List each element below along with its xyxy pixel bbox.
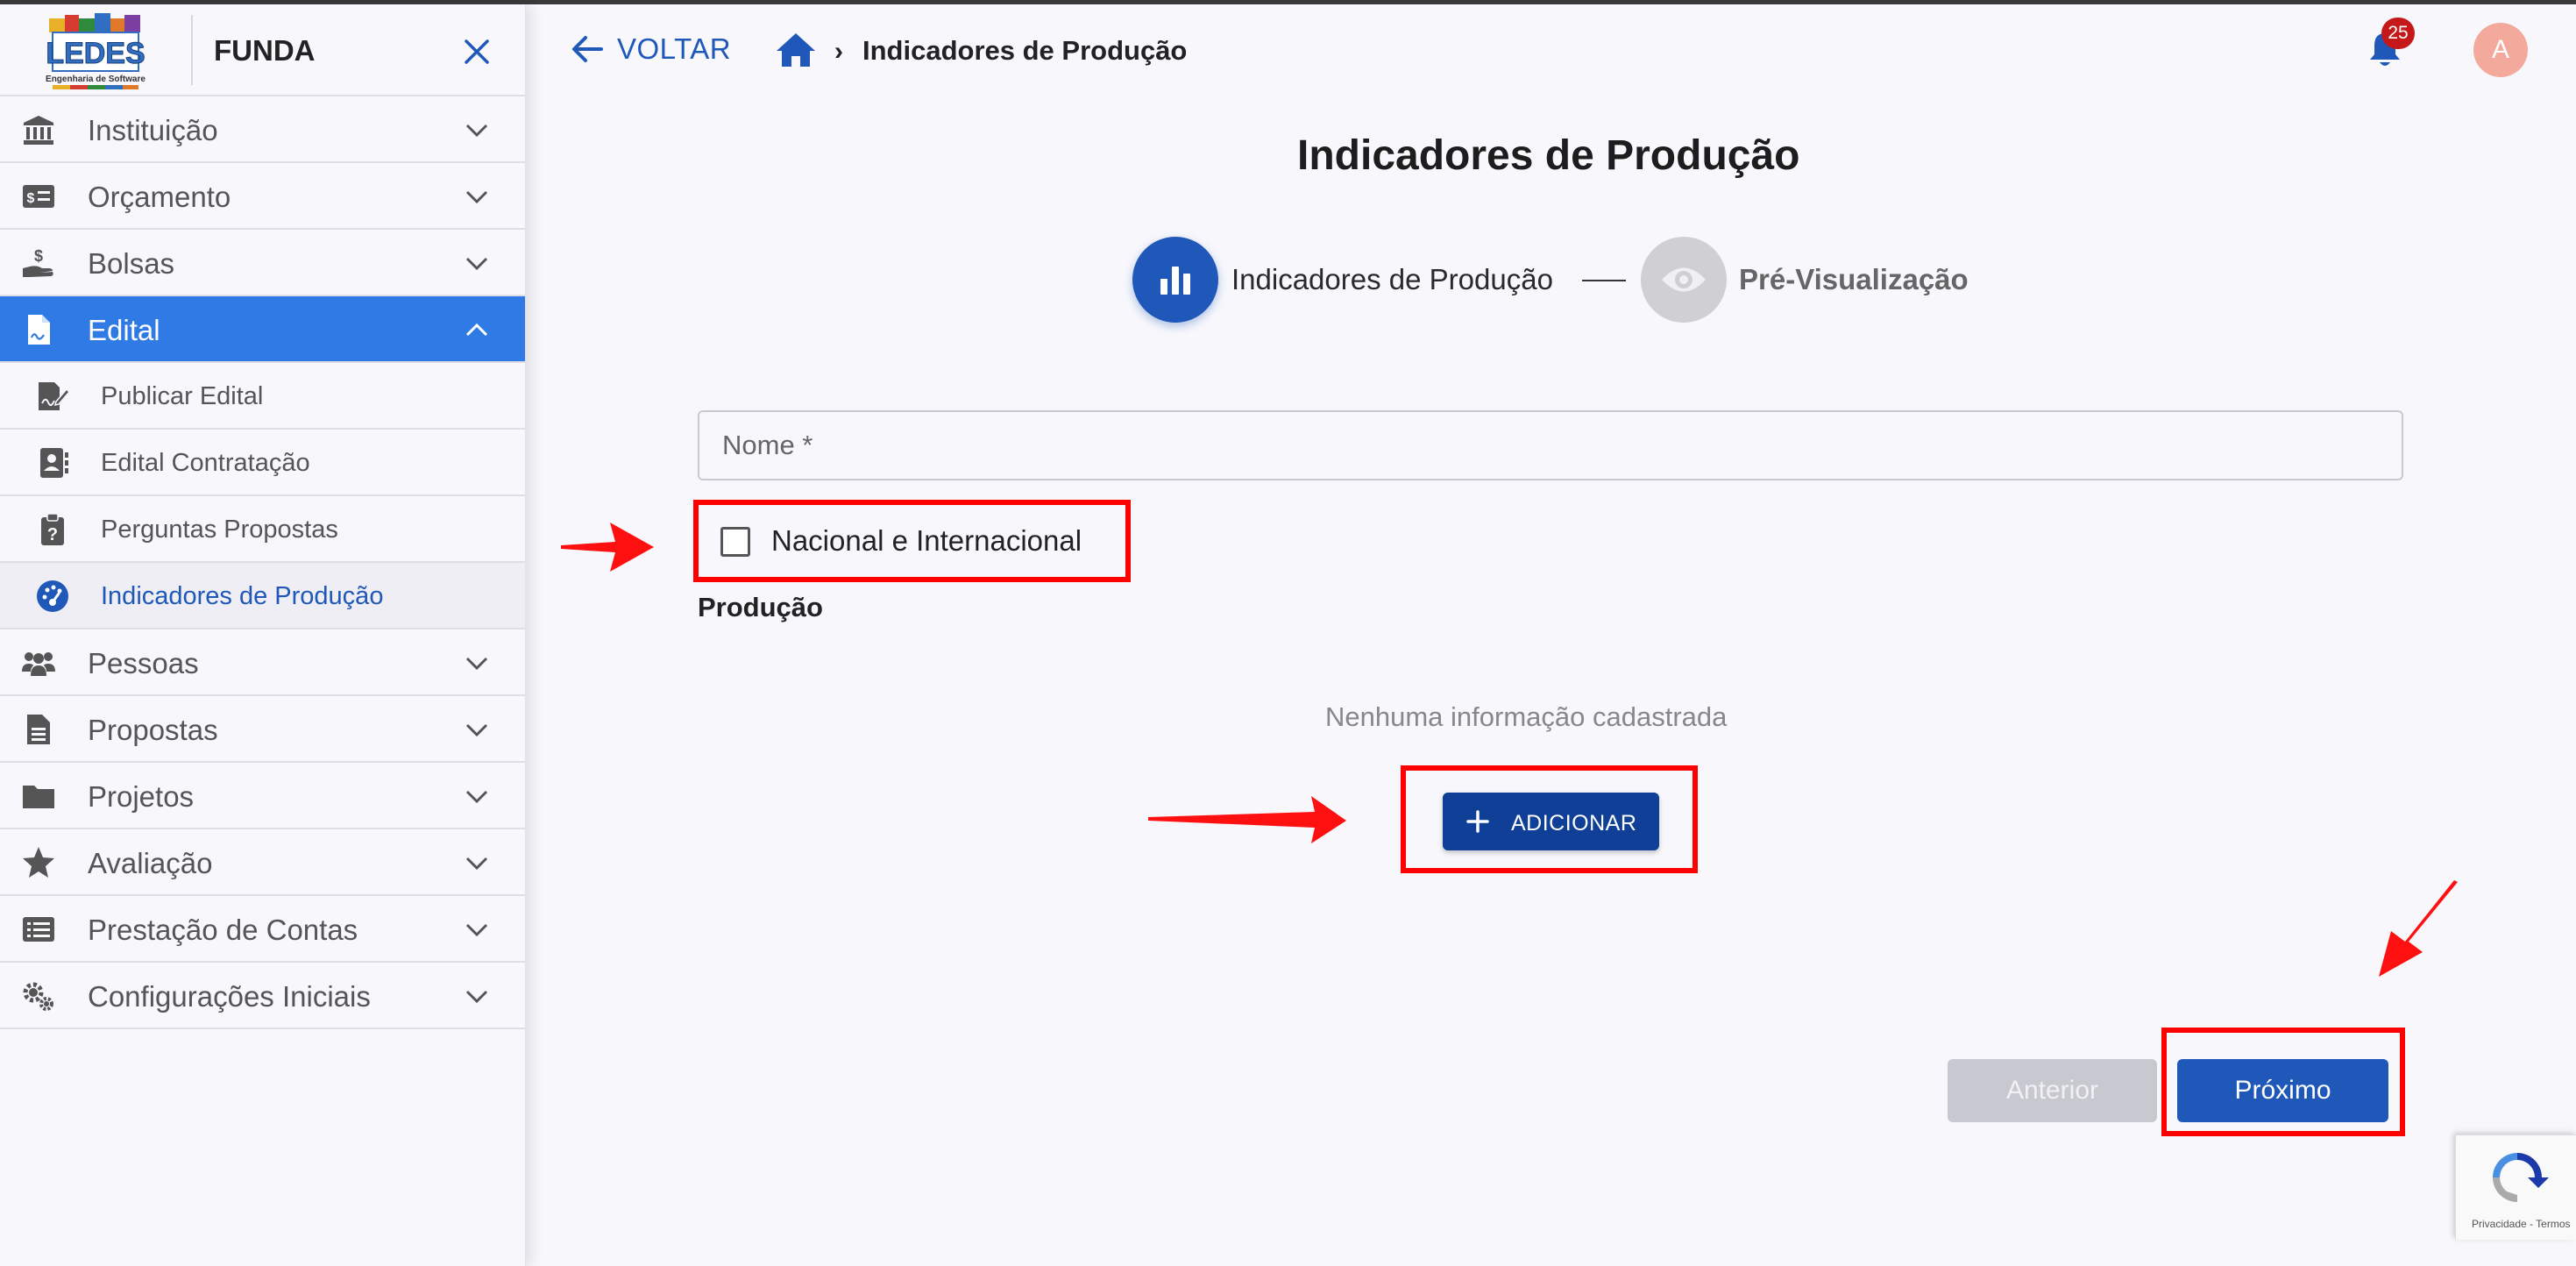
sidebar-item-label: Propostas — [88, 714, 218, 746]
sidebar-item-label: Edital — [88, 314, 160, 346]
sidebar-subitem-label: Publicar Edital — [101, 382, 264, 410]
sidebar-subitem-indicadores-producao[interactable]: Indicadores de Produção — [0, 563, 525, 629]
users-icon — [22, 652, 55, 676]
annotation-arrow-icon — [1148, 796, 1346, 843]
chevron-down-icon — [465, 790, 488, 804]
star-icon — [23, 847, 54, 878]
sidebar-item-label: Instituição — [88, 114, 218, 146]
sidebar-item-edital[interactable]: Edital — [0, 296, 525, 363]
name-input[interactable] — [699, 412, 2402, 479]
chevron-down-icon — [465, 723, 488, 737]
sidebar-subitem-edital-contratacao[interactable]: Edital Contratação — [0, 430, 525, 496]
list-icon — [23, 917, 54, 942]
sidebar: LEDES Engenharia de Software FUNDA Insti… — [0, 4, 526, 1266]
svg-text:LEDES: LEDES — [46, 37, 145, 70]
sidebar-item-pessoas[interactable]: Pessoas — [0, 629, 525, 696]
step-2-label: Pré-Visualização — [1739, 263, 1969, 295]
sidebar-item-label: Prestação de Contas — [88, 914, 358, 946]
contact-card-icon — [40, 448, 68, 478]
annotation-box-checkbox — [693, 500, 1131, 582]
annotation-box-add — [1401, 765, 1698, 873]
chevron-down-icon — [465, 257, 488, 271]
name-field-container — [698, 410, 2403, 480]
sidebar-item-orcamento[interactable]: $ Orçamento — [0, 163, 525, 230]
gears-icon — [23, 982, 53, 1011]
bar-chart-icon — [1160, 267, 1190, 295]
chevron-down-icon — [465, 857, 488, 871]
breadcrumb-current: Indicadores de Produção — [862, 35, 1188, 66]
sidebar-item-bolsas[interactable]: $ Bolsas — [0, 230, 525, 296]
breadcrumb-chevron-icon: › — [834, 37, 843, 66]
header-divider — [191, 15, 193, 85]
empty-message: Nenhuma informação cadastrada — [1325, 701, 1728, 732]
svg-text:$: $ — [34, 247, 43, 265]
step-1-label: Indicadores de Produção — [1231, 263, 1553, 295]
institution-icon — [24, 116, 53, 145]
sidebar-header: LEDES Engenharia de Software FUNDA — [0, 4, 525, 96]
hand-holding-dollar-icon: $ — [23, 247, 53, 277]
annotation-arrow-icon — [2379, 880, 2458, 977]
file-lines-icon — [27, 715, 50, 744]
file-signature-icon — [39, 382, 70, 410]
gauge-icon — [37, 580, 68, 612]
svg-text:$: $ — [27, 191, 35, 206]
chevron-up-icon — [465, 323, 488, 337]
notification-badge: 25 — [2381, 18, 2415, 49]
ledes-logo: LEDES Engenharia de Software — [46, 13, 145, 89]
app-brand: FUNDA — [214, 34, 316, 67]
back-button[interactable]: VOLTAR — [570, 32, 731, 67]
section-label-producao: Produção — [698, 592, 823, 622]
step-2-indicator[interactable] — [1641, 237, 1727, 323]
sidebar-item-label: Pessoas — [88, 647, 199, 679]
close-icon[interactable] — [459, 34, 494, 69]
sidebar-subitem-publicar-edital[interactable]: Publicar Edital — [0, 363, 525, 430]
annotation-arrow-icon — [561, 523, 654, 572]
chevron-down-icon — [465, 190, 488, 204]
recaptcha-footer[interactable]: Privacidade - Termos — [2472, 1218, 2571, 1230]
clipboard-question-icon: ? — [41, 513, 64, 545]
home-icon[interactable] — [775, 32, 817, 68]
sidebar-item-avaliacao[interactable]: Avaliação — [0, 829, 525, 896]
previous-button[interactable]: Anterior — [1948, 1059, 2157, 1122]
chevron-down-icon — [465, 657, 488, 671]
page-title: Indicadores de Produção — [1297, 132, 1800, 179]
avatar[interactable]: A — [2473, 23, 2528, 77]
step-connector — [1582, 280, 1626, 281]
svg-text:?: ? — [47, 525, 58, 544]
sidebar-item-propostas[interactable]: Propostas — [0, 696, 525, 763]
step-1-indicator[interactable] — [1132, 237, 1218, 323]
sidebar-item-label: Configurações Iniciais — [88, 980, 371, 1013]
folder-icon — [23, 786, 54, 808]
recaptcha-icon — [2493, 1153, 2549, 1202]
sidebar-subitem-perguntas-propostas[interactable]: ? Perguntas Propostas — [0, 496, 525, 563]
sidebar-item-label: Avaliação — [88, 847, 213, 879]
svg-text:Engenharia de Software: Engenharia de Software — [46, 75, 145, 84]
back-label: VOLTAR — [617, 32, 732, 65]
sidebar-item-configuracoes-iniciais[interactable]: Configurações Iniciais — [0, 963, 525, 1029]
chevron-down-icon — [465, 923, 488, 937]
sidebar-item-projetos[interactable]: Projetos — [0, 763, 525, 829]
sidebar-item-label: Orçamento — [88, 181, 231, 213]
sidebar-item-instituicao[interactable]: Instituição — [0, 96, 525, 163]
sidebar-item-label: Projetos — [88, 780, 195, 813]
chevron-down-icon — [465, 124, 488, 138]
eye-icon — [1662, 267, 1706, 292]
sidebar-subitem-label: Edital Contratação — [101, 449, 310, 477]
chevron-down-icon — [465, 990, 488, 1004]
recaptcha-badge[interactable]: Privacidade - Termos — [2455, 1134, 2576, 1240]
money-icon: $ — [23, 185, 54, 208]
document-icon — [28, 315, 50, 345]
arrow-left-icon — [572, 36, 603, 62]
sidebar-subitem-label: Indicadores de Produção — [101, 582, 384, 610]
annotation-box-next — [2161, 1028, 2405, 1136]
sidebar-item-prestacao-de-contas[interactable]: Prestação de Contas — [0, 896, 525, 963]
sidebar-subitem-label: Perguntas Propostas — [101, 516, 338, 544]
sidebar-item-label: Bolsas — [88, 247, 175, 280]
